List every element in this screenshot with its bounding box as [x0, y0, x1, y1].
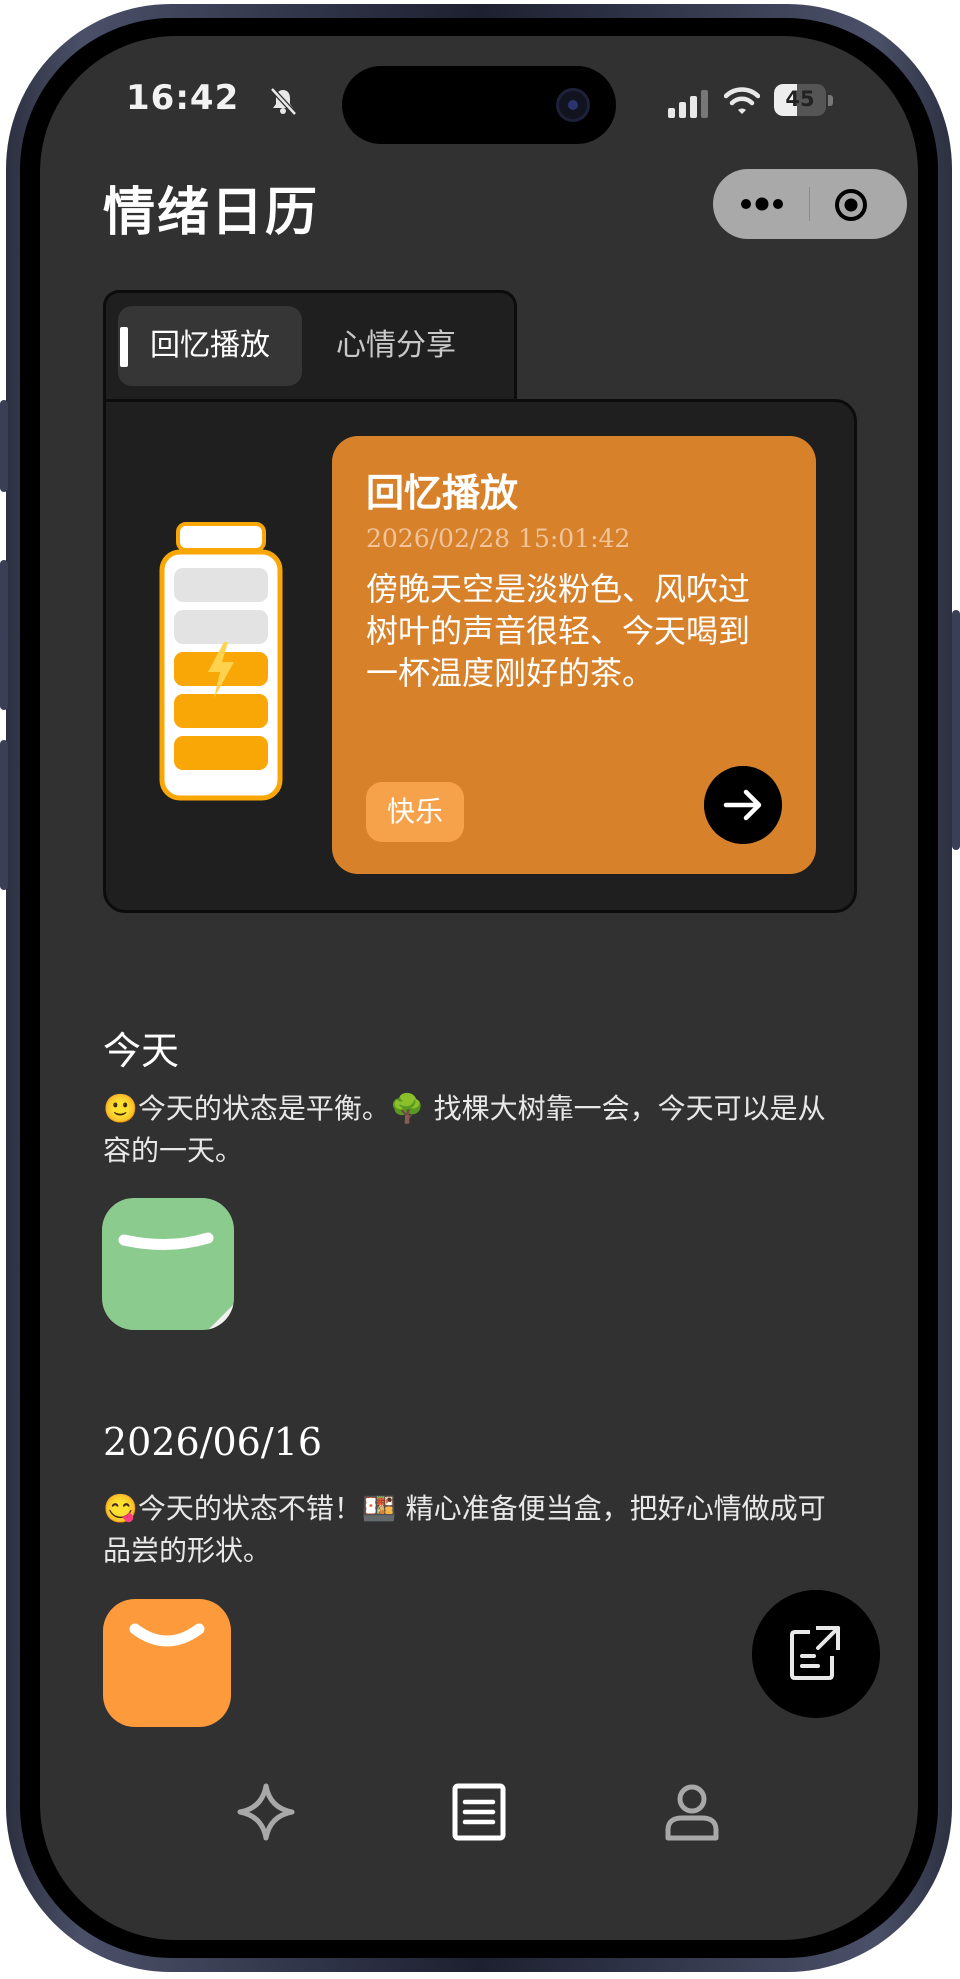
dynamic-island	[342, 66, 616, 144]
entry-date: 2026/06/16	[103, 1420, 323, 1464]
battery-charging-icon	[159, 522, 283, 801]
entry-text: 🙂今天的状态是平衡。🌳 找棵大树靠一会，今天可以是从容的一天。	[103, 1092, 826, 1167]
wifi-icon	[724, 87, 760, 114]
entry-text: 😋今天的状态不错！🍱 精心准备便当盒，把好心情做成可品尝的形状。	[103, 1492, 826, 1567]
arrow-right-icon[interactable]	[704, 766, 782, 844]
more-options-icon[interactable]	[737, 187, 787, 221]
sparkle-icon[interactable]	[234, 1780, 298, 1844]
battery-indicator: 45	[774, 84, 834, 116]
action-button	[0, 400, 8, 492]
entry-date: 今天	[103, 1029, 180, 1073]
memory-text: 傍晚天空是淡粉色、风吹过树叶的声音很轻、今天喝到一杯温度刚好的茶。	[366, 570, 751, 692]
tab-memory-playback[interactable]: 回忆播放	[118, 306, 302, 386]
camera-icon	[556, 88, 590, 122]
write-entry-button[interactable]	[752, 1590, 880, 1718]
battery-percent: 45	[785, 87, 815, 111]
memory-card: 回忆播放 2026/02/28 15:01:42 傍晚天空是淡粉色、风吹过树叶的…	[103, 399, 857, 913]
battery-body: 45	[774, 84, 826, 116]
tab-bar: 回忆播放 心情分享	[103, 290, 517, 403]
mood-tag: 快乐	[366, 782, 464, 842]
status-time: 16:42	[126, 78, 240, 118]
volume-up-button	[0, 560, 8, 710]
close-target-icon[interactable]	[833, 187, 869, 223]
profile-icon[interactable]	[660, 1780, 724, 1844]
cellular-signal-icon	[668, 90, 708, 118]
orange-smile-icon[interactable]	[103, 1599, 231, 1727]
tab-mood-share[interactable]: 心情分享	[306, 306, 486, 386]
green-smile-icon[interactable]	[102, 1198, 234, 1330]
app-screen: 16:42 45 情绪日历 回忆播放 心情分享 回忆播放 2026/02/28 …	[40, 36, 918, 1940]
memory-title: 回忆播放	[366, 470, 519, 515]
volume-down-button	[0, 740, 8, 890]
bell-off-icon	[270, 87, 297, 116]
capsule-divider	[809, 187, 810, 221]
page-title: 情绪日历	[103, 182, 320, 243]
battery-nub	[828, 95, 833, 106]
mini-program-capsule	[713, 169, 907, 239]
memory-date: 2026/02/28 15:01:42	[366, 524, 631, 553]
power-button	[952, 610, 960, 850]
diary-list-icon[interactable]	[447, 1780, 511, 1844]
memory-entry-card[interactable]: 回忆播放 2026/02/28 15:01:42 傍晚天空是淡粉色、风吹过树叶的…	[332, 436, 816, 874]
